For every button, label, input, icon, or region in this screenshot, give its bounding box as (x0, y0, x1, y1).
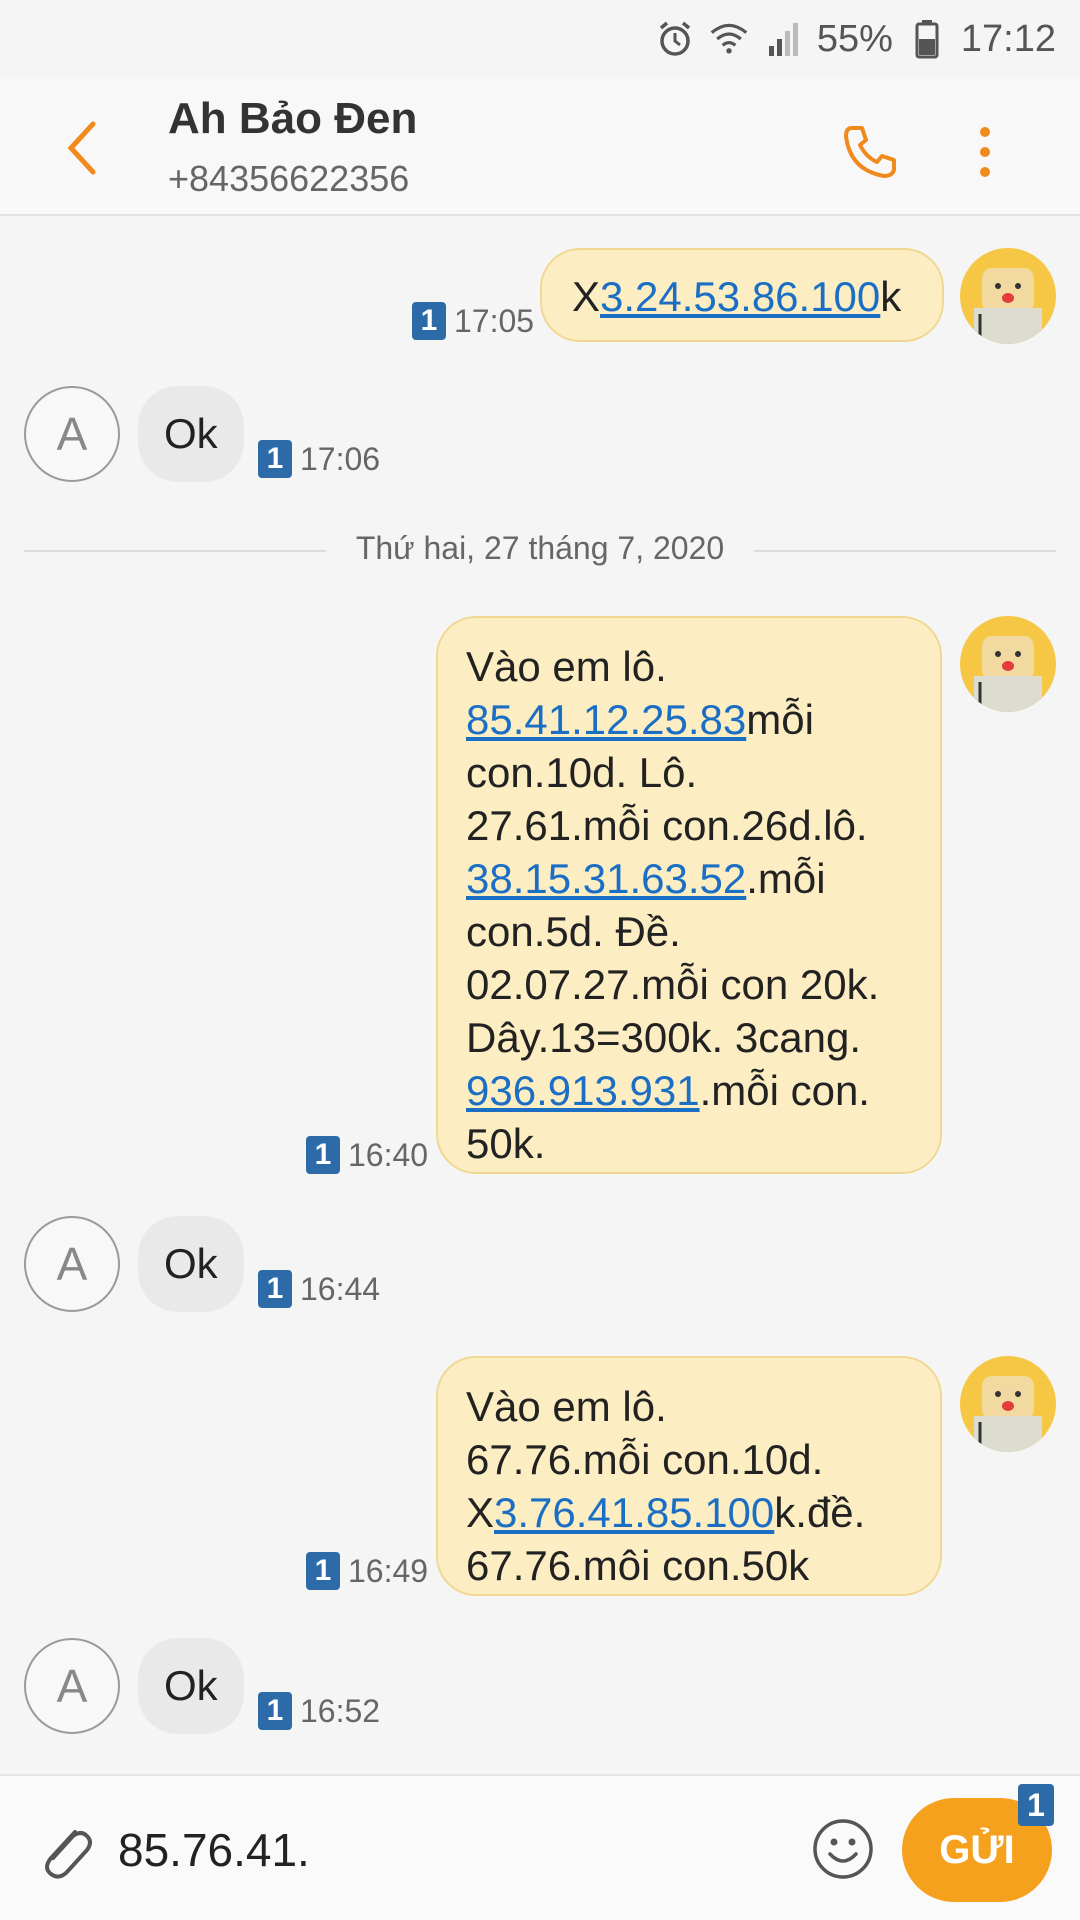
message-meta: 1 16:52 (258, 1692, 380, 1730)
message-time: 17:05 (454, 302, 535, 339)
more-vertical-icon (980, 127, 990, 137)
contact-avatar[interactable]: A (24, 1638, 120, 1734)
my-avatar[interactable] (960, 616, 1056, 712)
outgoing-message-bubble[interactable]: Vào em lô. 85.41.12.25.83mỗi con.10d. Lô… (436, 616, 942, 1174)
sim-badge: 1 (1018, 1784, 1054, 1826)
sim-badge: 1 (306, 1552, 340, 1590)
emoji-icon (813, 1819, 873, 1879)
message-line: 50k. (466, 1120, 546, 1167)
message-meta: 1 16:49 (306, 1552, 428, 1590)
status-bar: 55% 17:12 (0, 0, 1080, 78)
message-meta: 1 17:06 (258, 440, 380, 478)
message-input[interactable] (118, 1810, 778, 1890)
back-button[interactable] (52, 108, 112, 188)
sim-badge: 1 (258, 1270, 292, 1308)
message-line: X3.76.41.85.100k.đề. (466, 1489, 866, 1536)
message-line: 02.07.27.mỗi con 20k. (466, 961, 880, 1008)
message-line: 38.15.31.63.52.mỗi (466, 855, 826, 902)
paperclip-icon (45, 1830, 92, 1879)
phone-icon (844, 126, 896, 178)
status-time: 17:12 (960, 17, 1056, 60)
outgoing-message-bubble[interactable]: Vào em lô. 67.76.mỗi con.10d. X3.76.41.8… (436, 1356, 942, 1596)
message-line: Vào em lô. (466, 1383, 667, 1430)
call-button[interactable] (830, 112, 910, 192)
battery-percent: 55% (816, 17, 893, 60)
sim-badge: 1 (258, 1692, 292, 1730)
contact-name: Ah Bảo Đen (168, 94, 418, 143)
wifi-icon (709, 19, 749, 59)
message-line: 936.913.931.mỗi con. (466, 1067, 870, 1114)
incoming-message-bubble[interactable]: Ok (138, 386, 244, 482)
message-meta: 1 16:44 (258, 1270, 380, 1308)
conversation-header: Ah Bảo Đen +84356622356 (0, 78, 1080, 216)
message-time: 16:44 (300, 1270, 381, 1307)
date-label: Thứ hai, 27 tháng 7, 2020 (325, 530, 755, 566)
incoming-message-bubble[interactable]: Ok (138, 1216, 244, 1312)
number-link[interactable]: 936.913.931 (466, 1067, 700, 1114)
message-meta: 1 17:05 (412, 302, 534, 340)
message-line: 85.41.12.25.83mỗi (466, 696, 814, 743)
signal-icon (763, 19, 803, 59)
number-link[interactable]: 3.76.41.85.100 (494, 1489, 774, 1536)
incoming-message-bubble[interactable]: Ok (138, 1638, 244, 1734)
back-arrow-icon (67, 121, 96, 175)
message-time: 16:52 (300, 1692, 381, 1729)
outgoing-message-bubble[interactable]: X3.24.53.86.100k (540, 248, 944, 342)
attach-button[interactable] (30, 1816, 100, 1886)
number-link[interactable]: 38.15.31.63.52 (466, 855, 746, 902)
message-composer: GỬI 1 (0, 1774, 1080, 1920)
number-link[interactable]: 85.41.12.25.83 (466, 696, 746, 743)
message-line: Dây.13=300k. 3cang. (466, 1014, 862, 1061)
my-avatar[interactable] (960, 1356, 1056, 1452)
message-meta: 1 16:40 (306, 1136, 428, 1174)
message-line: 67.76.môi con.50k (466, 1542, 810, 1589)
sim-badge: 1 (412, 302, 446, 340)
contact-number: +84356622356 (168, 158, 410, 199)
message-time: 17:06 (300, 440, 381, 477)
more-options-button[interactable] (960, 112, 1010, 192)
message-line: 67.76.mỗi con.10d. (466, 1436, 824, 1483)
message-line: 27.61.mỗi con.26d.lô. (466, 802, 868, 849)
message-time: 16:40 (348, 1136, 429, 1173)
number-link[interactable]: 3.24.53.86.100 (600, 273, 880, 320)
message-time: 16:49 (348, 1552, 429, 1589)
battery-icon (907, 19, 947, 59)
message-line: con.5d. Đề. (466, 908, 681, 955)
contact-avatar[interactable]: A (24, 1216, 120, 1312)
message-line: con.10d. Lô. (466, 749, 698, 796)
sim-badge: 1 (306, 1136, 340, 1174)
my-avatar[interactable] (960, 248, 1056, 344)
emoji-button[interactable] (810, 1816, 876, 1882)
alarm-icon (655, 19, 695, 59)
sim-badge: 1 (258, 440, 292, 478)
contact-avatar[interactable]: A (24, 386, 120, 482)
date-separator: Thứ hai, 27 tháng 7, 2020 (24, 530, 1056, 570)
message-line: Vào em lô. (466, 643, 667, 690)
